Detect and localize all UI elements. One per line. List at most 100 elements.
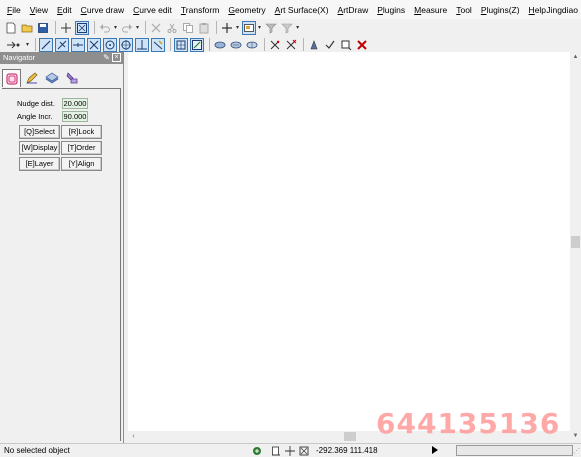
trim-x-icon[interactable]	[284, 38, 298, 52]
check-icon[interactable]	[323, 38, 337, 52]
horizontal-scroll-thumb[interactable]	[344, 432, 356, 441]
cursor-coordinates: -292.369 111.418	[316, 446, 378, 455]
red-x-icon[interactable]	[355, 38, 369, 52]
tool-tab-icon[interactable]	[62, 69, 81, 87]
vertical-scroll-thumb[interactable]	[571, 236, 580, 248]
layer-tool-icon[interactable]	[339, 38, 353, 52]
order-button[interactable]: [T]Order	[61, 141, 102, 155]
menu-geometry[interactable]: Geometry	[225, 0, 268, 20]
scroll-left-icon[interactable]: ‹	[128, 431, 139, 442]
menu-edit[interactable]: Edit	[54, 0, 75, 20]
surface-a-icon[interactable]	[213, 38, 227, 52]
tangent-icon[interactable]	[71, 37, 86, 52]
intersect-icon[interactable]	[87, 37, 102, 52]
play-icon[interactable]	[432, 446, 438, 454]
delete-icon[interactable]	[149, 21, 163, 35]
drawing-canvas[interactable]	[128, 52, 570, 431]
copy-icon[interactable]	[181, 21, 195, 35]
perpendicular-icon[interactable]	[55, 37, 70, 52]
view-dropdown-icon[interactable]: ▾	[258, 24, 261, 31]
circle-quadrant-icon[interactable]	[119, 37, 134, 52]
move-cross-icon[interactable]	[220, 21, 234, 35]
menu-bar: File View Edit Curve draw Curve edit Tra…	[0, 0, 581, 20]
new-file-icon[interactable]	[4, 21, 18, 35]
undo-dropdown-icon[interactable]: ▾	[114, 24, 117, 31]
line-icon[interactable]	[39, 37, 54, 52]
toolbar-separator	[216, 21, 218, 34]
funnel-icon[interactable]	[264, 21, 278, 35]
menu-artdraw[interactable]: ArtDraw	[335, 0, 372, 20]
display-button[interactable]: [W]Display	[19, 141, 60, 155]
grid-point-icon[interactable]	[174, 37, 189, 52]
menu-view[interactable]: View	[27, 0, 51, 20]
crosshair-icon[interactable]	[59, 21, 73, 35]
box-status-icon[interactable]	[298, 445, 309, 456]
navigator-body: Nudge dist. 20.000 Angle Incr. 90.000 [Q…	[2, 88, 121, 441]
redo-dropdown-icon[interactable]: ▾	[136, 24, 139, 31]
navigator-panel: Navigator ✎ × Nudge dist. 20.000 Angle I…	[0, 52, 124, 443]
refresh-icon[interactable]	[251, 445, 262, 456]
funnel-clear-icon[interactable]	[280, 21, 294, 35]
snap-menu-icon[interactable]	[4, 38, 24, 52]
surface-c-icon[interactable]	[245, 38, 259, 52]
paste-icon[interactable]	[197, 21, 211, 35]
nudge-distance-field[interactable]: 20.000	[62, 98, 88, 109]
toolbar-separator	[94, 21, 95, 34]
layer-tab-icon[interactable]	[42, 69, 61, 87]
object-tab-icon[interactable]	[2, 69, 21, 87]
snap-toolbar: ▾	[0, 36, 581, 53]
watermark: 644135136	[376, 407, 561, 440]
undo-icon[interactable]	[98, 21, 112, 35]
grid-snap-icon[interactable]	[190, 37, 205, 52]
scroll-down-icon[interactable]: ▼	[570, 431, 581, 442]
menu-curve-draw[interactable]: Curve draw	[78, 0, 127, 20]
funnel-dropdown-icon[interactable]: ▾	[296, 24, 299, 31]
layer-button[interactable]: [E]Layer	[19, 157, 60, 171]
menu-measure[interactable]: Measure	[411, 0, 450, 20]
crosshair-status-icon[interactable]	[284, 445, 295, 456]
view-box-icon[interactable]	[242, 20, 257, 35]
surface-b-icon[interactable]	[229, 38, 243, 52]
angle-increment-field[interactable]: 90.000	[62, 111, 88, 122]
move-dropdown-icon[interactable]: ▾	[236, 24, 239, 31]
circle-center-icon[interactable]	[103, 37, 118, 52]
toolbar-separator	[55, 21, 56, 34]
lock-button[interactable]: [R]Lock	[61, 125, 102, 139]
cut-icon[interactable]	[165, 21, 179, 35]
menu-tool[interactable]: Tool	[453, 0, 475, 20]
edit-tab-icon[interactable]	[22, 69, 41, 87]
menu-curve-edit[interactable]: Curve edit	[130, 0, 175, 20]
redo-icon[interactable]	[120, 21, 134, 35]
menu-plugins[interactable]: Plugins	[374, 0, 408, 20]
resize-grip-icon[interactable]: ⋰	[573, 447, 580, 455]
toolbar-separator	[170, 38, 172, 51]
navigator-tabs	[2, 69, 82, 89]
menu-transform[interactable]: Transform	[178, 0, 222, 20]
scroll-up-icon[interactable]: ▲	[570, 52, 581, 63]
trim-icon[interactable]	[268, 38, 282, 52]
select-button[interactable]: [Q]Select	[19, 125, 60, 139]
open-folder-icon[interactable]	[20, 21, 34, 35]
pin-icon[interactable]: ✎	[102, 53, 111, 62]
standard-toolbar: ▾ ▾ ▾ ▾ ▾	[0, 19, 581, 36]
angle-increment-label: Angle Incr.	[17, 112, 53, 121]
toolbar-separator	[35, 38, 37, 51]
app-window: File View Edit Curve draw Curve edit Tra…	[0, 0, 581, 457]
tool-a-icon[interactable]	[307, 38, 321, 52]
progress-bar	[456, 445, 573, 456]
navigator-title: Navigator	[3, 53, 36, 62]
vertical-scrollbar[interactable]: ▲ ▼	[570, 52, 581, 442]
nearest-icon[interactable]	[151, 37, 166, 52]
perpendicular-foot-icon[interactable]	[135, 37, 150, 52]
save-icon[interactable]	[36, 21, 50, 35]
toolbar-separator	[209, 38, 211, 51]
close-icon[interactable]: ×	[112, 53, 121, 62]
select-box-icon[interactable]	[75, 20, 89, 35]
menu-plugins-z[interactable]: Plugins(Z)	[478, 0, 523, 20]
navigator-title-bar[interactable]: Navigator ✎ ×	[0, 52, 123, 64]
snap-dropdown-icon[interactable]: ▾	[26, 41, 29, 48]
page-icon[interactable]	[270, 445, 281, 456]
menu-art-surface[interactable]: Art Surface(X)	[272, 0, 332, 20]
menu-file[interactable]: File	[4, 0, 24, 20]
align-button[interactable]: [Y]Align	[61, 157, 102, 171]
